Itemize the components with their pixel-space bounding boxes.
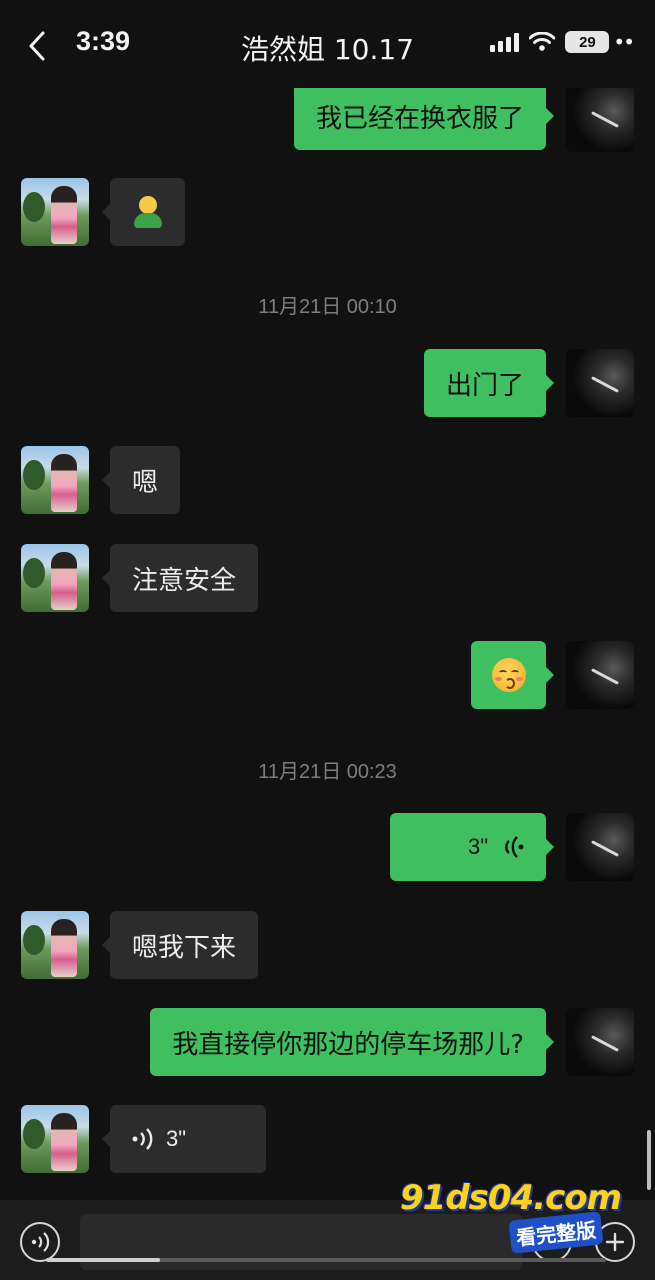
message-text: 我直接停你那边的停车场那儿? [172, 1029, 524, 1060]
contact-avatar[interactable] [21, 446, 89, 514]
system-status-icons: 29 •• [490, 30, 635, 54]
watermark: 91ds04.com 看完整版 [400, 1178, 622, 1258]
message-row [0, 641, 655, 709]
message-timestamp: 11月21日 00:10 [258, 296, 397, 318]
contact-avatar[interactable] [21, 1105, 89, 1173]
person-emoji-icon [130, 194, 166, 230]
more-icon[interactable]: •• [613, 30, 635, 54]
voice-wave-icon [505, 836, 524, 858]
message-row: 出门了 [0, 349, 655, 417]
voice-wave-icon [132, 1128, 153, 1150]
voice-mode-button[interactable] [20, 1222, 60, 1262]
message-text: 我已经在换衣服了 [315, 103, 524, 134]
my-avatar[interactable] [566, 641, 634, 709]
my-avatar[interactable] [566, 1008, 634, 1076]
message-row: 注意安全 [0, 544, 655, 612]
contact-avatar[interactable] [21, 178, 89, 246]
outgoing-message-bubble[interactable] [471, 641, 554, 709]
message-row: 3" [0, 813, 655, 881]
message-row [0, 178, 655, 246]
message-row: 嗯 [0, 446, 655, 514]
outgoing-message-bubble[interactable]: 我直接停你那边的停车场那儿? [150, 1008, 554, 1076]
outgoing-message-bubble[interactable]: 出门了 [423, 349, 555, 417]
contact-avatar[interactable] [21, 911, 89, 979]
incoming-message-bubble[interactable] [102, 178, 185, 246]
scrollbar[interactable] [647, 1130, 651, 1190]
message-text: 出门了 [445, 370, 524, 401]
message-text: 注意安全 [132, 565, 237, 596]
outgoing-message-bubble[interactable]: 我已经在换衣服了 [293, 82, 555, 150]
voice-duration: 3" [467, 834, 488, 859]
kissing-face-emoji-icon [491, 658, 526, 692]
contact-avatar[interactable] [21, 544, 89, 612]
chat-area: 我已经在换衣服了 11月21日 00:10 出门了 嗯 注意安全 11月21日 … [0, 0, 655, 1200]
battery-indicator: 29 [565, 31, 610, 53]
voice-icon [31, 1232, 50, 1252]
message-row: 我已经在换衣服了 [0, 82, 655, 152]
wifi-icon [529, 32, 556, 51]
message-row: 3" [0, 1105, 655, 1173]
message-timestamp: 11月21日 00:23 [258, 761, 397, 783]
message-row: 我直接停你那边的停车场那儿? [0, 1008, 655, 1076]
message-row: 嗯我下来 [0, 911, 655, 979]
message-text: 嗯 [132, 467, 159, 498]
home-indicator [46, 1258, 606, 1262]
header-bar: 3:39 浩然姐 10.17 29 •• [0, 0, 655, 88]
my-avatar[interactable] [566, 813, 634, 881]
cellular-signal-icon [490, 32, 520, 52]
outgoing-voice-message[interactable]: 3" [390, 813, 554, 881]
incoming-message-bubble[interactable]: 嗯 [101, 446, 181, 514]
incoming-message-bubble[interactable]: 嗯我下来 [101, 911, 259, 979]
voice-duration: 3" [166, 1126, 187, 1151]
my-avatar[interactable] [566, 349, 634, 417]
message-text: 嗯我下来 [132, 932, 237, 963]
my-avatar[interactable] [566, 84, 634, 152]
incoming-message-bubble[interactable]: 注意安全 [101, 544, 259, 612]
incoming-voice-message[interactable]: 3" [102, 1105, 266, 1173]
